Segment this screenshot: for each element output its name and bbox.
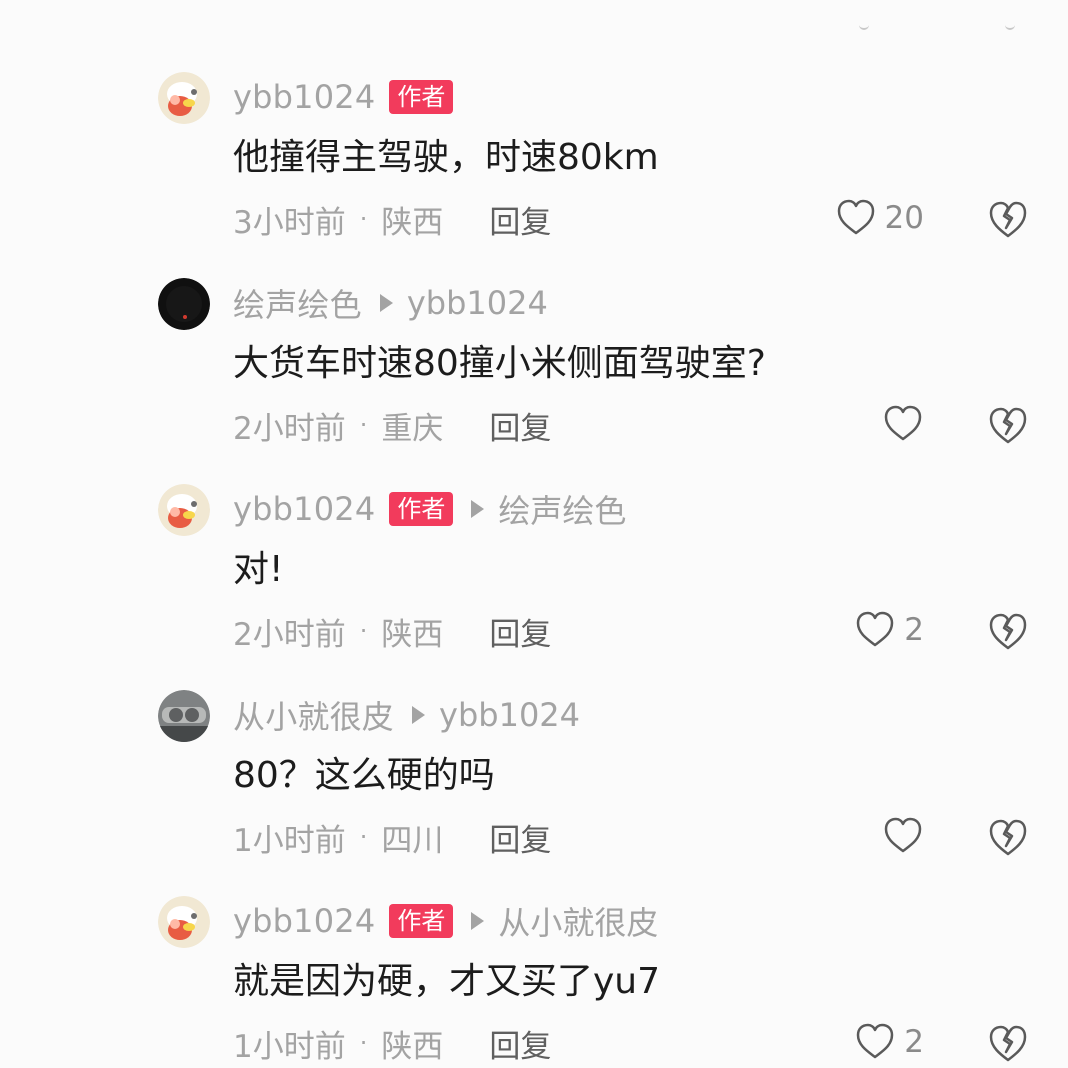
reply-button[interactable]: 回复	[489, 1021, 551, 1066]
cartoon-avatar-icon	[158, 72, 210, 124]
cartoon-avatar-icon	[158, 896, 210, 948]
username[interactable]: ybb1024	[233, 78, 375, 116]
comment-item: 从小就很皮 ybb1024 80？这么硬的吗 1小时前 · 四川 回复	[0, 618, 1068, 859]
reply-arrow-icon	[379, 294, 393, 312]
reply-target-username[interactable]: 绘声绘色	[498, 486, 626, 532]
comment-item: ybb1024 作者 他撞得主驾驶，时速80km 3小时前 · 陕西 回复 20	[0, 0, 1068, 241]
reply-target-username[interactable]: ybb1024	[439, 696, 580, 734]
avatar[interactable]	[158, 896, 210, 948]
reply-arrow-icon	[471, 500, 485, 518]
reply-target-username[interactable]: 从小就很皮	[498, 898, 658, 944]
like-count: 2	[904, 1024, 924, 1060]
comment-thread: ybb1024 作者 他撞得主驾驶，时速80km 3小时前 · 陕西 回复 20	[0, 0, 1068, 1068]
comment-header: ybb1024 作者 从小就很皮	[233, 900, 658, 942]
username[interactable]: ybb1024	[233, 902, 375, 940]
author-badge: 作者	[389, 80, 454, 114]
separator-dot: ·	[359, 1029, 368, 1057]
author-badge: 作者	[389, 492, 454, 526]
comment-item: 绘声绘色 ybb1024 大货车时速80撞小米侧面驾驶室? 2小时前 · 重庆 …	[0, 206, 1068, 447]
avatar[interactable]	[158, 690, 210, 742]
cartoon-avatar-icon	[158, 484, 210, 536]
comment-item: ybb1024 作者 绘声绘色 对! 2小时前 · 陕西 回复 2	[0, 412, 1068, 653]
reply-target-username[interactable]: ybb1024	[407, 284, 548, 322]
author-badge: 作者	[389, 904, 454, 938]
avatar[interactable]	[158, 484, 210, 536]
reply-arrow-icon	[412, 706, 426, 724]
comment-item: ybb1024 作者 从小就很皮 就是因为硬，才又买了yu7 1小时前 · 陕西…	[0, 824, 1068, 1065]
username[interactable]: 绘声绘色	[233, 280, 362, 326]
reply-arrow-icon	[471, 912, 485, 930]
comment-header: ybb1024 作者	[233, 76, 454, 118]
comment-footer: 1小时前 · 陕西 回复	[233, 1021, 551, 1066]
comment-text: 大货车时速80撞小米侧面驾驶室?	[233, 343, 766, 384]
comment-location: 陕西	[381, 1028, 444, 1065]
gray-avatar-icon	[158, 690, 210, 742]
broken-heart-icon[interactable]	[986, 1022, 1030, 1066]
comment-header: 从小就很皮 ybb1024	[233, 694, 580, 736]
avatar[interactable]	[158, 72, 210, 124]
avatar[interactable]	[158, 278, 210, 330]
comment-text: 对!	[233, 549, 284, 590]
comment-text: 就是因为硬，才又买了yu7	[233, 961, 661, 1002]
comment-header: ybb1024 作者 绘声绘色	[233, 488, 626, 530]
dark-avatar-icon	[158, 278, 210, 330]
username[interactable]: ybb1024	[233, 490, 375, 528]
heart-icon	[857, 1023, 894, 1059]
username[interactable]: 从小就很皮	[233, 692, 394, 738]
like-button[interactable]: 2	[854, 1020, 924, 1064]
comment-text: 80？这么硬的吗	[233, 755, 495, 796]
comment-text: 他撞得主驾驶，时速80km	[233, 137, 659, 178]
comment-time: 1小时前	[233, 1028, 346, 1065]
comment-header: 绘声绘色 ybb1024	[233, 282, 548, 324]
